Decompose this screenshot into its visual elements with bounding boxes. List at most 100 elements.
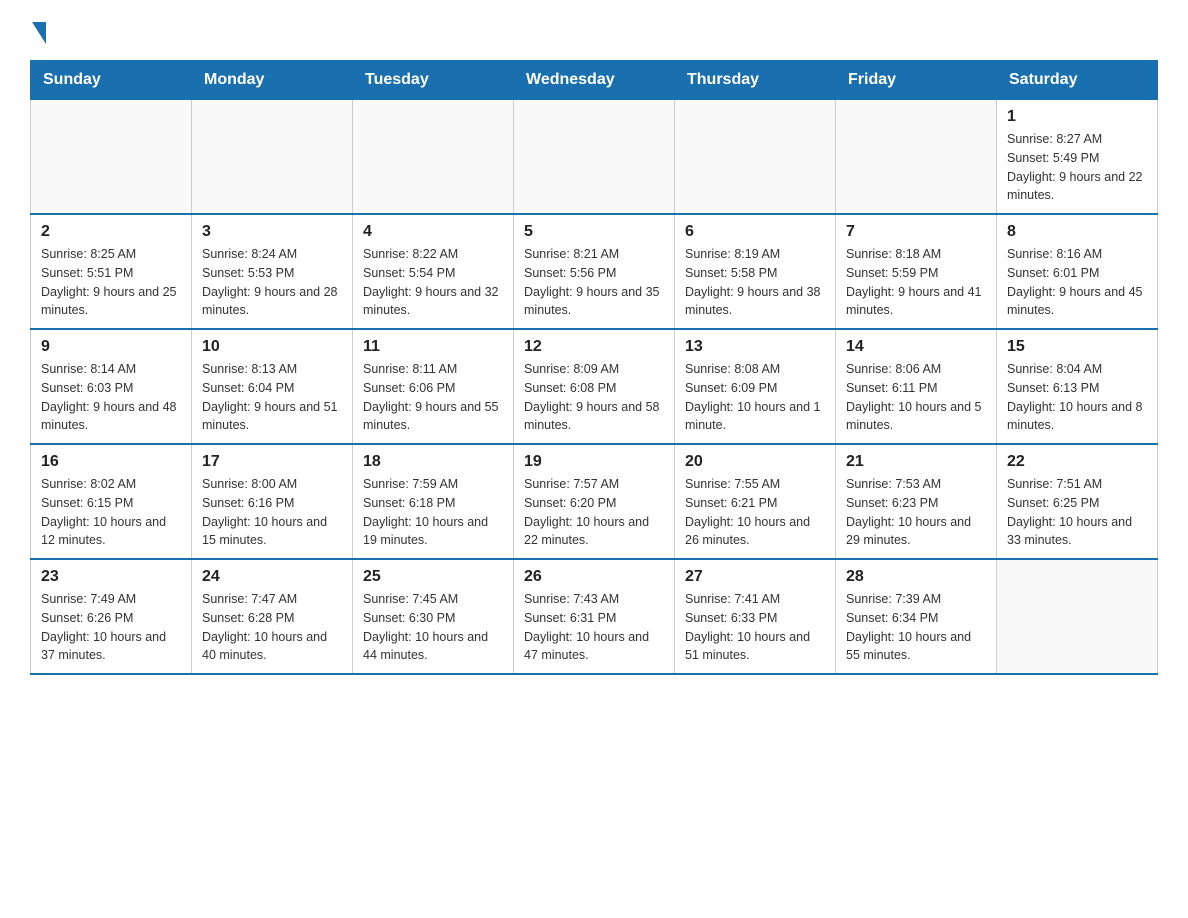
calendar-cell [675,100,836,215]
day-number: 20 [685,453,825,471]
day-number: 9 [41,338,181,356]
calendar-cell: 4Sunrise: 8:22 AM Sunset: 5:54 PM Daylig… [353,214,514,329]
day-info: Sunrise: 8:25 AM Sunset: 5:51 PM Dayligh… [41,245,181,320]
calendar-cell: 6 Sunrise: 8:19 AM Sunset: 5:58 PM Daylig… [675,214,836,329]
day-info: Sunrise: 7:41 AM Sunset: 6:33 PM Dayligh… [685,590,825,665]
day-number: 15 [1007,338,1147,356]
day-info: Sunrise: 8:14 AM Sunset: 6:03 PM Dayligh… [41,360,181,435]
week-row-5: 23 Sunrise: 7:49 AM Sunset: 6:26 PM Dayli… [31,559,1158,674]
calendar-cell: 5 Sunrise: 8:21 AM Sunset: 5:56 PM Daylig… [514,214,675,329]
day-number: 3 [202,223,342,241]
day-number: 4 [363,223,503,241]
day-info: Sunrise: 8:16 AM Sunset: 6:01 PM Dayligh… [1007,245,1147,320]
day-info: Sunrise: 7:57 AM Sunset: 6:20 PM Dayligh… [524,475,664,550]
day-info: Sunrise: 7:51 AM Sunset: 6:25 PM Dayligh… [1007,475,1147,550]
day-number: 8 [1007,223,1147,241]
day-info: Sunrise: 7:49 AM Sunset: 6:26 PM Dayligh… [41,590,181,665]
page-header [30,20,1158,40]
calendar-cell: 14 Sunrise: 8:06 AM Sunset: 6:11 PM Dayli… [836,329,997,444]
day-info: Sunrise: 7:59 AM Sunset: 6:18 PM Dayligh… [363,475,503,550]
calendar-cell: 27Sunrise: 7:41 AM Sunset: 6:33 PM Dayli… [675,559,836,674]
calendar-cell [353,100,514,215]
day-number: 5 [524,223,664,241]
calendar-table: SundayMondayTuesdayWednesdayThursdayFrid… [30,60,1158,675]
day-info: Sunrise: 7:55 AM Sunset: 6:21 PM Dayligh… [685,475,825,550]
week-row-1: 1 Sunrise: 8:27 AM Sunset: 5:49 PM Daylig… [31,100,1158,215]
calendar-cell: 23 Sunrise: 7:49 AM Sunset: 6:26 PM Dayli… [31,559,192,674]
day-number: 1 [1007,108,1147,126]
day-info: Sunrise: 8:21 AM Sunset: 5:56 PM Dayligh… [524,245,664,320]
day-number: 10 [202,338,342,356]
day-info: Sunrise: 8:27 AM Sunset: 5:49 PM Dayligh… [1007,130,1147,205]
day-number: 17 [202,453,342,471]
day-number: 24 [202,568,342,586]
calendar-cell: 26Sunrise: 7:43 AM Sunset: 6:31 PM Dayli… [514,559,675,674]
calendar-header: SundayMondayTuesdayWednesdayThursdayFrid… [31,61,1158,100]
day-number: 11 [363,338,503,356]
weekday-header-thursday: Thursday [675,61,836,100]
calendar-cell: 8 Sunrise: 8:16 AM Sunset: 6:01 PM Daylig… [997,214,1158,329]
day-info: Sunrise: 8:19 AM Sunset: 5:58 PM Dayligh… [685,245,825,320]
week-row-4: 16 Sunrise: 8:02 AM Sunset: 6:15 PM Dayli… [31,444,1158,559]
day-info: Sunrise: 7:53 AM Sunset: 6:23 PM Dayligh… [846,475,986,550]
logo [30,20,46,40]
day-info: Sunrise: 8:08 AM Sunset: 6:09 PM Dayligh… [685,360,825,435]
weekday-header-tuesday: Tuesday [353,61,514,100]
weekday-header-sunday: Sunday [31,61,192,100]
calendar-cell [997,559,1158,674]
day-info: Sunrise: 8:13 AM Sunset: 6:04 PM Dayligh… [202,360,342,435]
day-number: 6 [685,223,825,241]
logo-triangle-icon [32,22,46,44]
day-number: 12 [524,338,664,356]
calendar-cell: 10 Sunrise: 8:13 AM Sunset: 6:04 PM Dayli… [192,329,353,444]
calendar-cell: 2 Sunrise: 8:25 AM Sunset: 5:51 PM Daylig… [31,214,192,329]
calendar-cell: 17 Sunrise: 8:00 AM Sunset: 6:16 PM Dayli… [192,444,353,559]
day-number: 23 [41,568,181,586]
calendar-cell: 22 Sunrise: 7:51 AM Sunset: 6:25 PM Dayli… [997,444,1158,559]
day-info: Sunrise: 8:02 AM Sunset: 6:15 PM Dayligh… [41,475,181,550]
calendar-cell: 18 Sunrise: 7:59 AM Sunset: 6:18 PM Dayli… [353,444,514,559]
calendar-cell: 13 Sunrise: 8:08 AM Sunset: 6:09 PM Dayli… [675,329,836,444]
day-number: 7 [846,223,986,241]
calendar-cell: 20 Sunrise: 7:55 AM Sunset: 6:21 PM Dayli… [675,444,836,559]
calendar-cell: 19Sunrise: 7:57 AM Sunset: 6:20 PM Dayli… [514,444,675,559]
day-info: Sunrise: 8:06 AM Sunset: 6:11 PM Dayligh… [846,360,986,435]
day-info: Sunrise: 8:04 AM Sunset: 6:13 PM Dayligh… [1007,360,1147,435]
calendar-cell: 16 Sunrise: 8:02 AM Sunset: 6:15 PM Dayli… [31,444,192,559]
day-info: Sunrise: 8:11 AM Sunset: 6:06 PM Dayligh… [363,360,503,435]
day-info: Sunrise: 8:18 AM Sunset: 5:59 PM Dayligh… [846,245,986,320]
weekday-header-friday: Friday [836,61,997,100]
calendar-cell: 28 Sunrise: 7:39 AM Sunset: 6:34 PM Dayli… [836,559,997,674]
day-number: 14 [846,338,986,356]
calendar-cell [31,100,192,215]
calendar-cell: 1 Sunrise: 8:27 AM Sunset: 5:49 PM Daylig… [997,100,1158,215]
calendar-cell [514,100,675,215]
calendar-cell: 9 Sunrise: 8:14 AM Sunset: 6:03 PM Daylig… [31,329,192,444]
day-info: Sunrise: 7:43 AM Sunset: 6:31 PM Dayligh… [524,590,664,665]
calendar-cell: 24Sunrise: 7:47 AM Sunset: 6:28 PM Dayli… [192,559,353,674]
calendar-cell: 12Sunrise: 8:09 AM Sunset: 6:08 PM Dayli… [514,329,675,444]
day-number: 13 [685,338,825,356]
weekday-header-row: SundayMondayTuesdayWednesdayThursdayFrid… [31,61,1158,100]
day-number: 28 [846,568,986,586]
week-row-3: 9 Sunrise: 8:14 AM Sunset: 6:03 PM Daylig… [31,329,1158,444]
day-info: Sunrise: 8:00 AM Sunset: 6:16 PM Dayligh… [202,475,342,550]
calendar-cell: 21 Sunrise: 7:53 AM Sunset: 6:23 PM Dayli… [836,444,997,559]
day-number: 21 [846,453,986,471]
weekday-header-monday: Monday [192,61,353,100]
weekday-header-wednesday: Wednesday [514,61,675,100]
weekday-header-saturday: Saturday [997,61,1158,100]
calendar-cell [836,100,997,215]
day-info: Sunrise: 7:39 AM Sunset: 6:34 PM Dayligh… [846,590,986,665]
day-number: 22 [1007,453,1147,471]
day-number: 18 [363,453,503,471]
calendar-cell: 25Sunrise: 7:45 AM Sunset: 6:30 PM Dayli… [353,559,514,674]
calendar-cell [192,100,353,215]
calendar-cell: 15 Sunrise: 8:04 AM Sunset: 6:13 PM Dayli… [997,329,1158,444]
week-row-2: 2 Sunrise: 8:25 AM Sunset: 5:51 PM Daylig… [31,214,1158,329]
calendar-cell: 11 Sunrise: 8:11 AM Sunset: 6:06 PM Dayli… [353,329,514,444]
day-info: Sunrise: 8:24 AM Sunset: 5:53 PM Dayligh… [202,245,342,320]
day-number: 2 [41,223,181,241]
day-number: 16 [41,453,181,471]
calendar-cell: 7 Sunrise: 8:18 AM Sunset: 5:59 PM Daylig… [836,214,997,329]
